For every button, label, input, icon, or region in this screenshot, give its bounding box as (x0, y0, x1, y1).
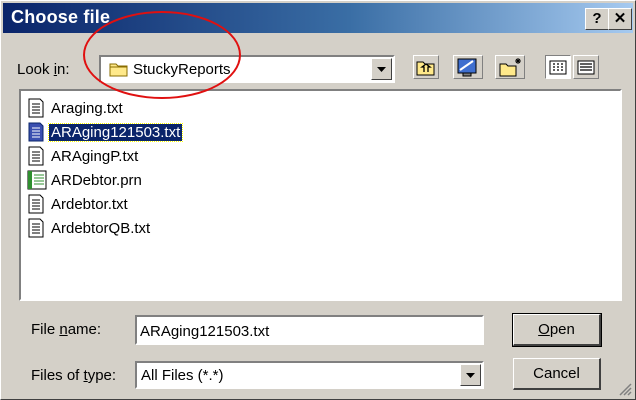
file-name: ARAgingP.txt (51, 148, 139, 165)
desktop-icon (457, 58, 477, 77)
file-name: Ardebtor.txt (51, 196, 128, 213)
details-view-icon (577, 60, 595, 75)
look-in-label: Look in: (17, 61, 70, 78)
file-name: ArdebtorQB.txt (51, 220, 151, 237)
text-file-icon (27, 98, 45, 123)
list-view-button[interactable] (545, 55, 571, 79)
data-file-icon (27, 170, 47, 195)
details-view-button[interactable] (573, 55, 599, 79)
file-name-input[interactable] (140, 320, 460, 342)
look-in-dropdown-button[interactable] (371, 58, 392, 80)
dialog-title: Choose file (11, 7, 111, 27)
file-name: Araging.txt (51, 100, 123, 117)
list-view-icon (549, 60, 567, 75)
go-to-desktop-button[interactable] (453, 55, 483, 79)
text-file-icon (27, 122, 45, 147)
help-icon: ? (592, 10, 602, 27)
new-folder-icon (499, 58, 521, 77)
file-type-value: All Files (*.*) (141, 367, 224, 384)
file-type-label: Files of type: (31, 367, 117, 384)
file-name: ARAging121503.txt (47, 123, 184, 142)
file-name-field[interactable] (135, 315, 484, 345)
help-button[interactable]: ? (585, 8, 609, 30)
chevron-down-icon (377, 67, 386, 72)
file-type-combo[interactable]: All Files (*.*) (135, 361, 484, 389)
open-button[interactable]: Open (512, 313, 602, 347)
choose-file-dialog: Choose file ? ✕ Look in: StuckyReports A… (0, 0, 636, 400)
create-new-folder-button[interactable] (495, 55, 525, 79)
up-folder-icon (416, 61, 435, 76)
resize-grip-icon[interactable] (618, 382, 632, 396)
red-circle-annotation (83, 11, 241, 99)
cancel-button[interactable]: Cancel (513, 358, 601, 390)
close-button[interactable]: ✕ (608, 8, 632, 30)
text-file-icon (27, 194, 45, 219)
chevron-down-icon (466, 373, 475, 378)
text-file-icon (27, 218, 45, 243)
file-name-label: File name: (31, 321, 102, 338)
file-list[interactable]: Araging.txt ARAging121503.txt ARAgingP.t… (19, 89, 622, 301)
close-icon: ✕ (613, 10, 627, 27)
up-one-level-button[interactable] (413, 55, 439, 79)
file-type-dropdown-button[interactable] (460, 364, 481, 386)
text-file-icon (27, 146, 45, 171)
file-name: ARDebtor.prn (51, 172, 142, 189)
